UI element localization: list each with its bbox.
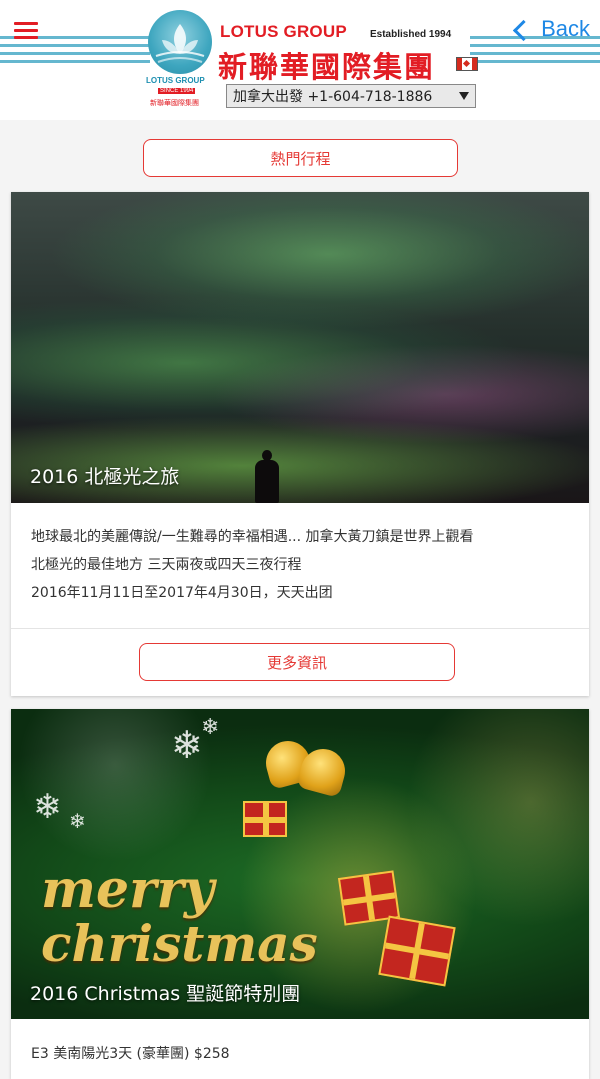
back-button[interactable]: Back — [512, 16, 590, 42]
aurora-image[interactable]: 2016 北極光之旅 — [11, 192, 589, 503]
more-info-label: 更多資訊 — [266, 653, 327, 672]
lotus-logo[interactable]: LOTUS GROUP SINCE 1994 新聯華國際集團 — [146, 10, 216, 110]
brand-name-cn: 新聯華國際集團 — [218, 50, 436, 84]
card-divider — [11, 628, 589, 629]
snowflake-icon: ❄ — [69, 809, 86, 833]
card-description: 地球最北的美麗傳說/一生難尋的幸福相遇... 加拿大黃刀鎮是世界上觀看 北極光的… — [31, 523, 576, 607]
merry-script: merry — [41, 859, 215, 920]
card-image-title: 2016 北極光之旅 — [30, 466, 180, 488]
hot-tours-button[interactable]: 熱門行程 — [143, 139, 458, 177]
gift-icon — [378, 915, 456, 987]
lotus-logo-emblem — [148, 10, 212, 74]
dropdown-caret-icon — [459, 92, 469, 100]
header-stripes-left — [0, 36, 150, 70]
tour-card-christmas: ❄ ❄ ❄ ❄ merry christmas 2016 Christmas 聖… — [11, 709, 589, 1079]
hot-tours-label: 熱門行程 — [270, 149, 331, 168]
card-image-title: 2016 Christmas 聖誕節特別團 — [30, 983, 301, 1005]
card-description: E3 美南陽光3天 (豪華團) $258 — [31, 1040, 576, 1068]
back-label: Back — [541, 16, 590, 41]
chevron-left-icon — [512, 19, 535, 41]
canada-flag-icon — [456, 57, 478, 71]
christmas-script: christmas — [41, 914, 318, 973]
description-line: 2016年11月11日至2017年4月30日，天天出团 — [31, 585, 333, 601]
departure-phone-select[interactable]: 加拿大出發 +1-604-718-1886 — [226, 84, 476, 108]
tour-card-aurora: 2016 北極光之旅 地球最北的美麗傳說/一生難尋的幸福相遇... 加拿大黃刀鎮… — [11, 192, 589, 696]
snowflake-icon: ❄ — [33, 787, 62, 827]
snowflake-icon: ❄ — [171, 723, 203, 767]
snowflake-icon: ❄ — [201, 715, 220, 740]
logo-text: LOTUS GROUP — [146, 76, 205, 85]
description-line: 北極光的最佳地方 三天兩夜或四天三夜行程 — [31, 557, 302, 573]
more-info-button[interactable]: 更多資訊 — [139, 643, 455, 681]
description-line: 地球最北的美麗傳說/一生難尋的幸福相遇... 加拿大黃刀鎮是世界上觀看 — [31, 529, 474, 545]
gift-icon — [243, 801, 287, 837]
description-line: E3 美南陽光3天 (豪華團) $258 — [31, 1046, 230, 1062]
logo-since: SINCE 1994 — [158, 88, 196, 94]
departure-phone-value: 加拿大出發 +1-604-718-1886 — [233, 89, 433, 105]
christmas-image[interactable]: ❄ ❄ ❄ ❄ merry christmas 2016 Christmas 聖… — [11, 709, 589, 1019]
menu-icon[interactable] — [14, 22, 38, 40]
person-silhouette — [253, 450, 281, 503]
established-text: Established 1994 — [370, 29, 452, 40]
header: LOTUS GROUP SINCE 1994 新聯華國際集團 LOTUS GRO… — [0, 0, 600, 120]
brand-name-en: LOTUS GROUP — [220, 22, 347, 41]
logo-cn: 新聯華國際集團 — [150, 99, 199, 107]
